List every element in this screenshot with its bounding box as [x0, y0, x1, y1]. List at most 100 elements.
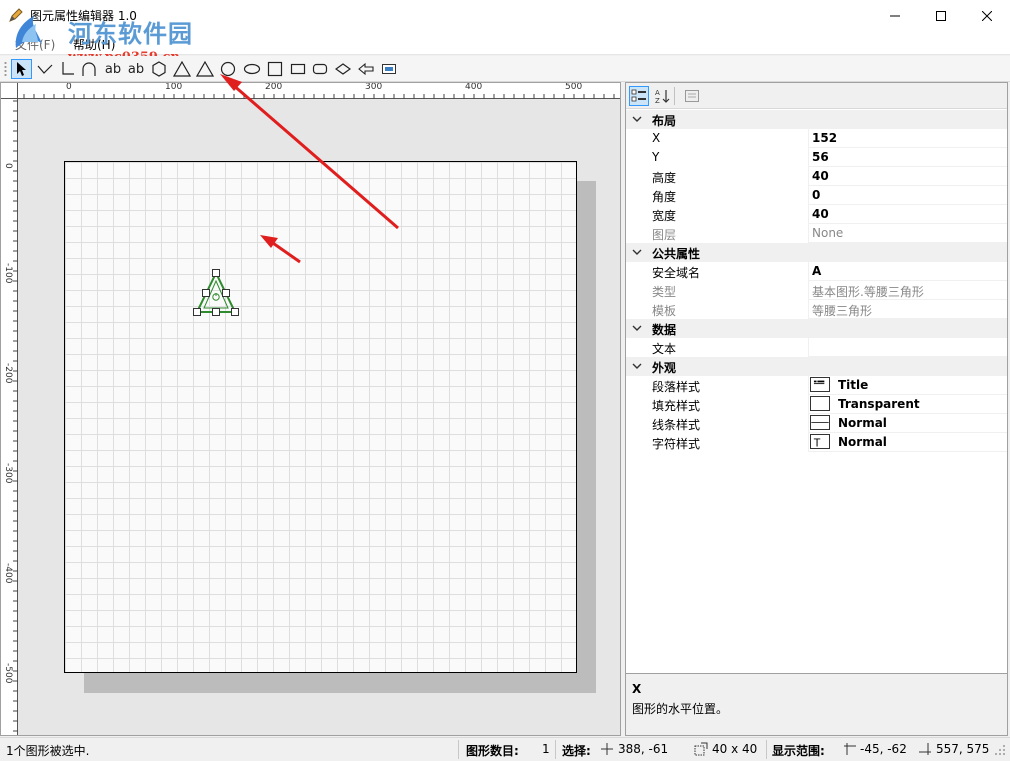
property-row-text[interactable]: 文本	[626, 338, 1007, 357]
property-value[interactable]: 40	[812, 169, 829, 183]
property-row-x[interactable]: X 152	[626, 129, 1007, 148]
rectangle-icon	[290, 63, 306, 75]
text-tool-2[interactable]: ab	[125, 59, 147, 79]
property-row-line-style[interactable]: 线条样式 Normal	[626, 414, 1007, 433]
window-title: 图元属性编辑器 1.0	[30, 9, 137, 23]
resize-icon	[694, 742, 708, 756]
property-row-security-domain[interactable]: 安全域名 A	[626, 262, 1007, 281]
property-name: 文本	[626, 338, 809, 357]
menu-file[interactable]: 文件(F)	[15, 36, 55, 53]
svg-text:T: T	[813, 437, 821, 449]
property-pages-icon	[685, 90, 699, 102]
category-common[interactable]: 公共属性	[626, 243, 1007, 262]
square-icon	[267, 61, 283, 77]
close-button[interactable]	[964, 0, 1010, 31]
paragraph-style-icon	[810, 377, 830, 392]
arc-tool[interactable]	[79, 59, 99, 79]
property-pages-button[interactable]	[682, 86, 702, 106]
pencil-app-icon	[9, 8, 23, 22]
close-icon	[982, 10, 992, 21]
category-layout[interactable]: 布局	[626, 110, 1007, 129]
property-row-angle[interactable]: 角度 0	[626, 186, 1007, 205]
triangle-icon	[173, 61, 191, 77]
menu-bar: 文件(F) 帮助(H)	[0, 31, 1010, 55]
property-row-y[interactable]: Y 56	[626, 148, 1007, 167]
toolbar-grip[interactable]	[4, 61, 7, 77]
property-value[interactable]: 56	[812, 150, 829, 164]
category-data[interactable]: 数据	[626, 319, 1007, 338]
maximize-button[interactable]	[918, 0, 964, 31]
description-text: 图形的水平位置。	[632, 702, 729, 716]
hexagon-tool[interactable]	[149, 59, 169, 79]
property-value[interactable]: Normal	[838, 435, 887, 449]
image-icon	[382, 64, 396, 74]
chevron-down-icon	[632, 249, 642, 255]
ruler-h-label: 100	[165, 82, 183, 92]
sort-az-icon: A Z	[655, 89, 670, 104]
property-value[interactable]: Normal	[838, 416, 887, 430]
view-range-label: 显示范围:	[772, 744, 825, 758]
property-value[interactable]: Title	[838, 378, 868, 392]
polyline-tool[interactable]	[35, 59, 55, 79]
property-row-layer[interactable]: 图层 None	[626, 224, 1007, 243]
vertical-ruler-ticks	[13, 100, 18, 732]
property-row-fill-style[interactable]: 填充样式 Transparent	[626, 395, 1007, 414]
arrow-pointer-icon	[16, 62, 26, 76]
pointer-tool[interactable]	[11, 59, 32, 79]
status-separator	[766, 740, 767, 759]
property-value[interactable]: 40	[812, 207, 829, 221]
rounded-rect-tool[interactable]	[310, 59, 330, 79]
image-tool[interactable]	[379, 59, 399, 79]
line-style-icon	[810, 415, 830, 430]
ellipse-tool[interactable]	[241, 59, 263, 79]
property-name: 类型	[626, 281, 809, 300]
circle-tool[interactable]	[218, 59, 238, 79]
ruler-v-label: -400	[3, 563, 13, 584]
property-row-template[interactable]: 模板 等腰三角形	[626, 300, 1007, 319]
horizontal-ruler: 0 100 200 300 400 500	[18, 83, 620, 99]
rectangle-tool[interactable]	[288, 59, 308, 79]
property-value[interactable]: Transparent	[838, 397, 920, 411]
left-arrow-icon	[358, 62, 374, 76]
selected-triangle-shape[interactable]	[190, 267, 242, 319]
property-description-pane: X 图形的水平位置。	[626, 673, 1007, 735]
ruler-h-label: 400	[465, 82, 483, 92]
diamond-icon	[335, 63, 351, 75]
selection-label: 选择:	[562, 744, 591, 758]
menu-help[interactable]: 帮助(H)	[73, 36, 115, 53]
property-row-width[interactable]: 宽度 40	[626, 205, 1007, 224]
arrow-shape-tool[interactable]	[356, 59, 376, 79]
property-row-char-style[interactable]: 字符样式 T Normal	[626, 433, 1007, 452]
connector-tool[interactable]	[57, 59, 77, 79]
property-name: X	[626, 129, 809, 148]
triangle-tool[interactable]	[171, 59, 193, 79]
property-name: 字符样式	[626, 433, 809, 452]
resize-grip-icon[interactable]	[994, 744, 1006, 756]
isosceles-triangle-tool[interactable]	[194, 59, 216, 79]
status-separator	[458, 740, 459, 759]
property-row-height[interactable]: 高度 40	[626, 167, 1007, 186]
category-label: 外观	[652, 361, 677, 375]
categorized-button[interactable]	[629, 86, 649, 106]
category-appearance[interactable]: 外观	[626, 357, 1007, 376]
selection-position: 388, -61	[618, 742, 669, 756]
property-toolbar: A Z	[626, 83, 1007, 109]
diamond-tool[interactable]	[333, 59, 353, 79]
isosceles-triangle-icon	[196, 61, 214, 77]
minimize-button[interactable]	[872, 0, 918, 31]
alphabetical-button[interactable]: A Z	[652, 86, 672, 106]
property-name: 角度	[626, 186, 809, 205]
square-tool[interactable]	[265, 59, 285, 79]
property-value[interactable]: A	[812, 264, 821, 278]
property-row-type[interactable]: 类型 基本图形.等腰三角形	[626, 281, 1007, 300]
ruler-v-label: 0	[3, 163, 13, 169]
drawing-page[interactable]	[64, 161, 577, 673]
property-row-paragraph-style[interactable]: 段落样式 Title	[626, 376, 1007, 395]
selection-message: 1个图形被选中.	[6, 744, 90, 758]
view-max: 557, 575	[936, 742, 990, 756]
property-value[interactable]: 152	[812, 131, 837, 145]
view-max-corner-icon	[919, 743, 931, 755]
text-tool-1[interactable]: ab	[102, 59, 124, 79]
property-value[interactable]: 0	[812, 188, 820, 202]
elbow-connector-icon	[62, 62, 74, 75]
